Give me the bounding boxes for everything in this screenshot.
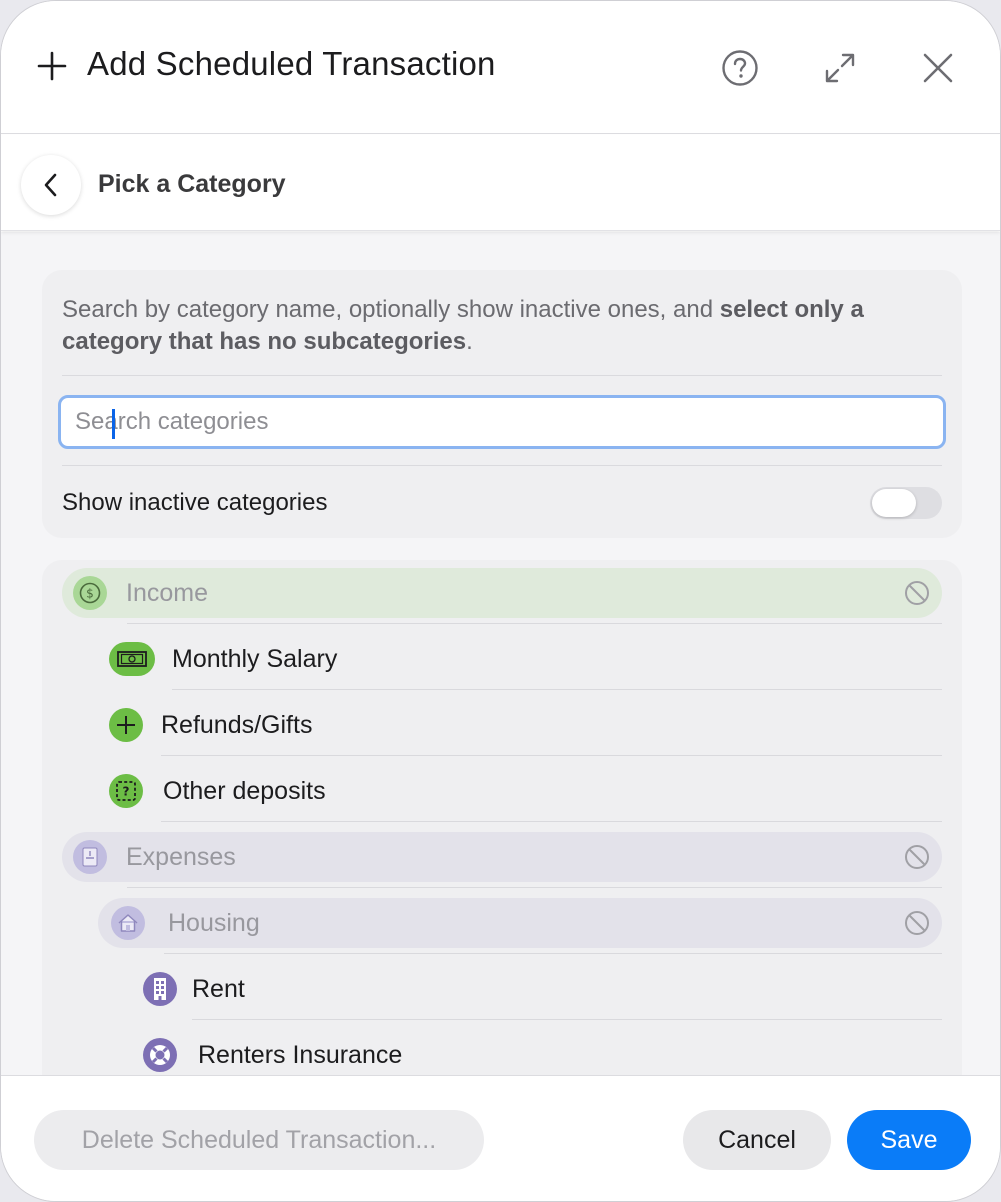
question-circle-icon	[722, 50, 758, 86]
toggle-knob	[872, 489, 916, 517]
back-button[interactable]	[21, 155, 81, 215]
divider	[127, 623, 942, 624]
category-row-other-deposits[interactable]: ? Other deposits	[108, 766, 942, 816]
category-row-housing[interactable]: Housing	[98, 898, 942, 948]
svg-text:?: ?	[123, 785, 130, 799]
inactive-ban-icon	[905, 911, 929, 935]
search-input[interactable]	[58, 395, 946, 449]
plus-icon	[37, 51, 67, 81]
inactive-ban-icon	[905, 581, 929, 605]
category-label: Housing	[168, 909, 260, 937]
picker-content[interactable]: Search by category name, optionally show…	[1, 232, 1000, 1075]
question-square-icon: ?	[108, 773, 144, 809]
category-row-rent[interactable]: Rent	[142, 964, 942, 1014]
expand-arrows-icon	[825, 53, 855, 83]
category-row-income[interactable]: $ Income	[62, 568, 942, 618]
inactive-ban-icon	[905, 845, 929, 869]
divider	[62, 465, 942, 466]
category-row-renters-insurance[interactable]: Renters Insurance	[142, 1030, 942, 1075]
divider	[172, 689, 942, 690]
plus-icon	[108, 707, 144, 743]
category-row-refunds-gifts[interactable]: Refunds/Gifts	[108, 700, 942, 750]
house-icon	[110, 905, 146, 941]
dialog-header: Add Scheduled Transaction	[1, 1, 1000, 134]
dollar-circle-icon: $	[72, 575, 108, 611]
receipt-icon	[72, 839, 108, 875]
show-inactive-toggle[interactable]	[870, 487, 942, 519]
text-caret	[112, 409, 115, 439]
category-picker-header: Pick a Category	[1, 135, 1000, 231]
category-row-expenses[interactable]: Expenses	[62, 832, 942, 882]
dialog-title: Add Scheduled Transaction	[87, 45, 496, 82]
description-text: Search by category name, optionally show…	[62, 296, 720, 323]
category-label: Expenses	[126, 843, 236, 871]
category-list: $ Income Monthly Salary Refunds/Gifts ? …	[42, 560, 962, 1075]
category-label: Other deposits	[163, 777, 326, 805]
divider	[127, 887, 942, 888]
cancel-button[interactable]: Cancel	[683, 1110, 831, 1170]
expand-button[interactable]	[817, 45, 863, 91]
building-icon	[142, 971, 178, 1007]
category-row-monthly-salary[interactable]: Monthly Salary	[108, 634, 942, 684]
divider	[192, 1019, 942, 1020]
chevron-left-icon	[44, 173, 57, 197]
category-label: Refunds/Gifts	[161, 711, 313, 739]
divider	[62, 375, 942, 376]
show-inactive-label: Show inactive categories	[62, 489, 328, 516]
divider	[161, 821, 942, 822]
close-button[interactable]	[915, 45, 961, 91]
help-button[interactable]	[717, 45, 763, 91]
close-icon	[923, 53, 953, 83]
divider	[161, 755, 942, 756]
banknote-icon	[108, 641, 156, 677]
category-label: Income	[126, 579, 208, 607]
dialog-footer: Delete Scheduled Transaction... Cancel S…	[1, 1075, 1000, 1201]
category-label: Renters Insurance	[198, 1041, 403, 1069]
delete-scheduled-transaction-button[interactable]: Delete Scheduled Transaction...	[34, 1110, 484, 1170]
description-end: .	[466, 328, 473, 355]
divider	[164, 953, 942, 954]
lifebuoy-icon	[142, 1037, 178, 1073]
dialog-window: Add Scheduled Transaction Pick a Categor…	[0, 0, 1001, 1202]
category-label: Rent	[192, 975, 245, 1003]
save-button[interactable]: Save	[847, 1110, 971, 1170]
svg-text:$: $	[86, 587, 94, 601]
category-label: Monthly Salary	[172, 645, 338, 673]
picker-description: Search by category name, optionally show…	[62, 294, 922, 358]
filter-card: Search by category name, optionally show…	[42, 270, 962, 538]
picker-title: Pick a Category	[98, 170, 286, 198]
